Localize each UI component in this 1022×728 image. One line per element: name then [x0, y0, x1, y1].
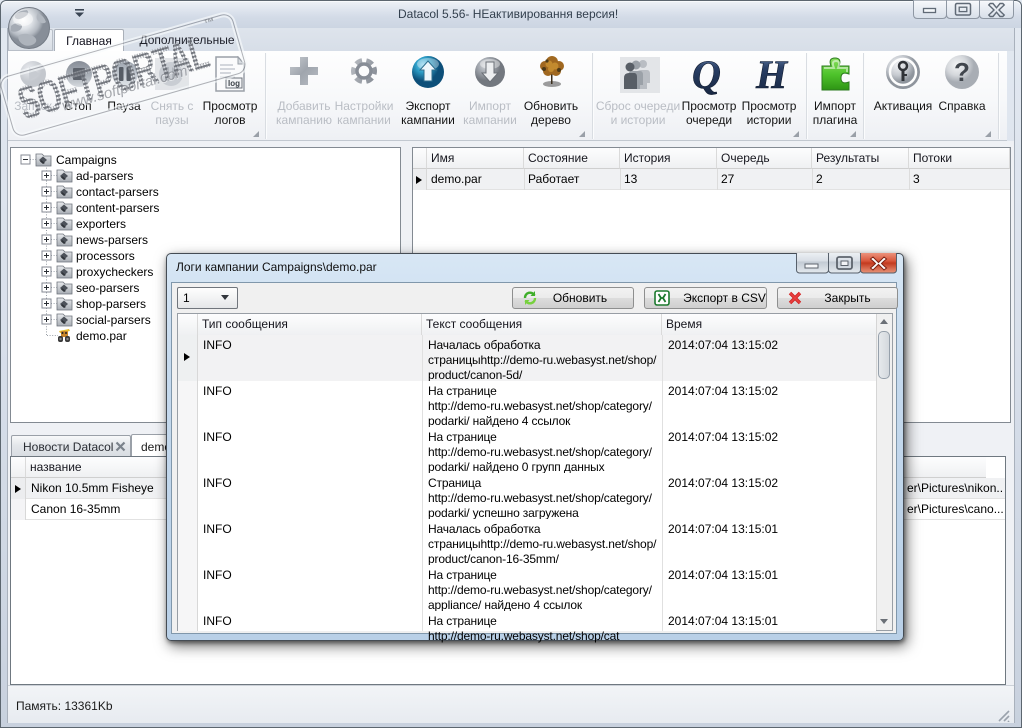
svg-text:exporters: exporters	[76, 217, 126, 231]
svg-text:news-parsers: news-parsers	[76, 233, 148, 247]
svg-text:contact-parsers: contact-parsers	[76, 185, 159, 199]
svg-text:Campaigns: Campaigns	[56, 153, 117, 167]
svg-text:demo.par: demo.par	[76, 329, 127, 343]
svg-text:processors: processors	[76, 249, 135, 263]
svg-text:?: ?	[954, 57, 970, 87]
svg-text:seo-parsers: seo-parsers	[76, 281, 139, 295]
svg-text:Q: Q	[692, 55, 721, 95]
svg-text:content-parsers: content-parsers	[76, 201, 159, 215]
svg-text:H: H	[755, 55, 789, 95]
svg-text:shop-parsers: shop-parsers	[76, 297, 146, 311]
svg-text:social-parsers: social-parsers	[76, 313, 151, 327]
svg-text:proxycheckers: proxycheckers	[76, 265, 153, 279]
svg-text:ad-parsers: ad-parsers	[76, 169, 133, 183]
svg-text:log: log	[228, 79, 240, 88]
